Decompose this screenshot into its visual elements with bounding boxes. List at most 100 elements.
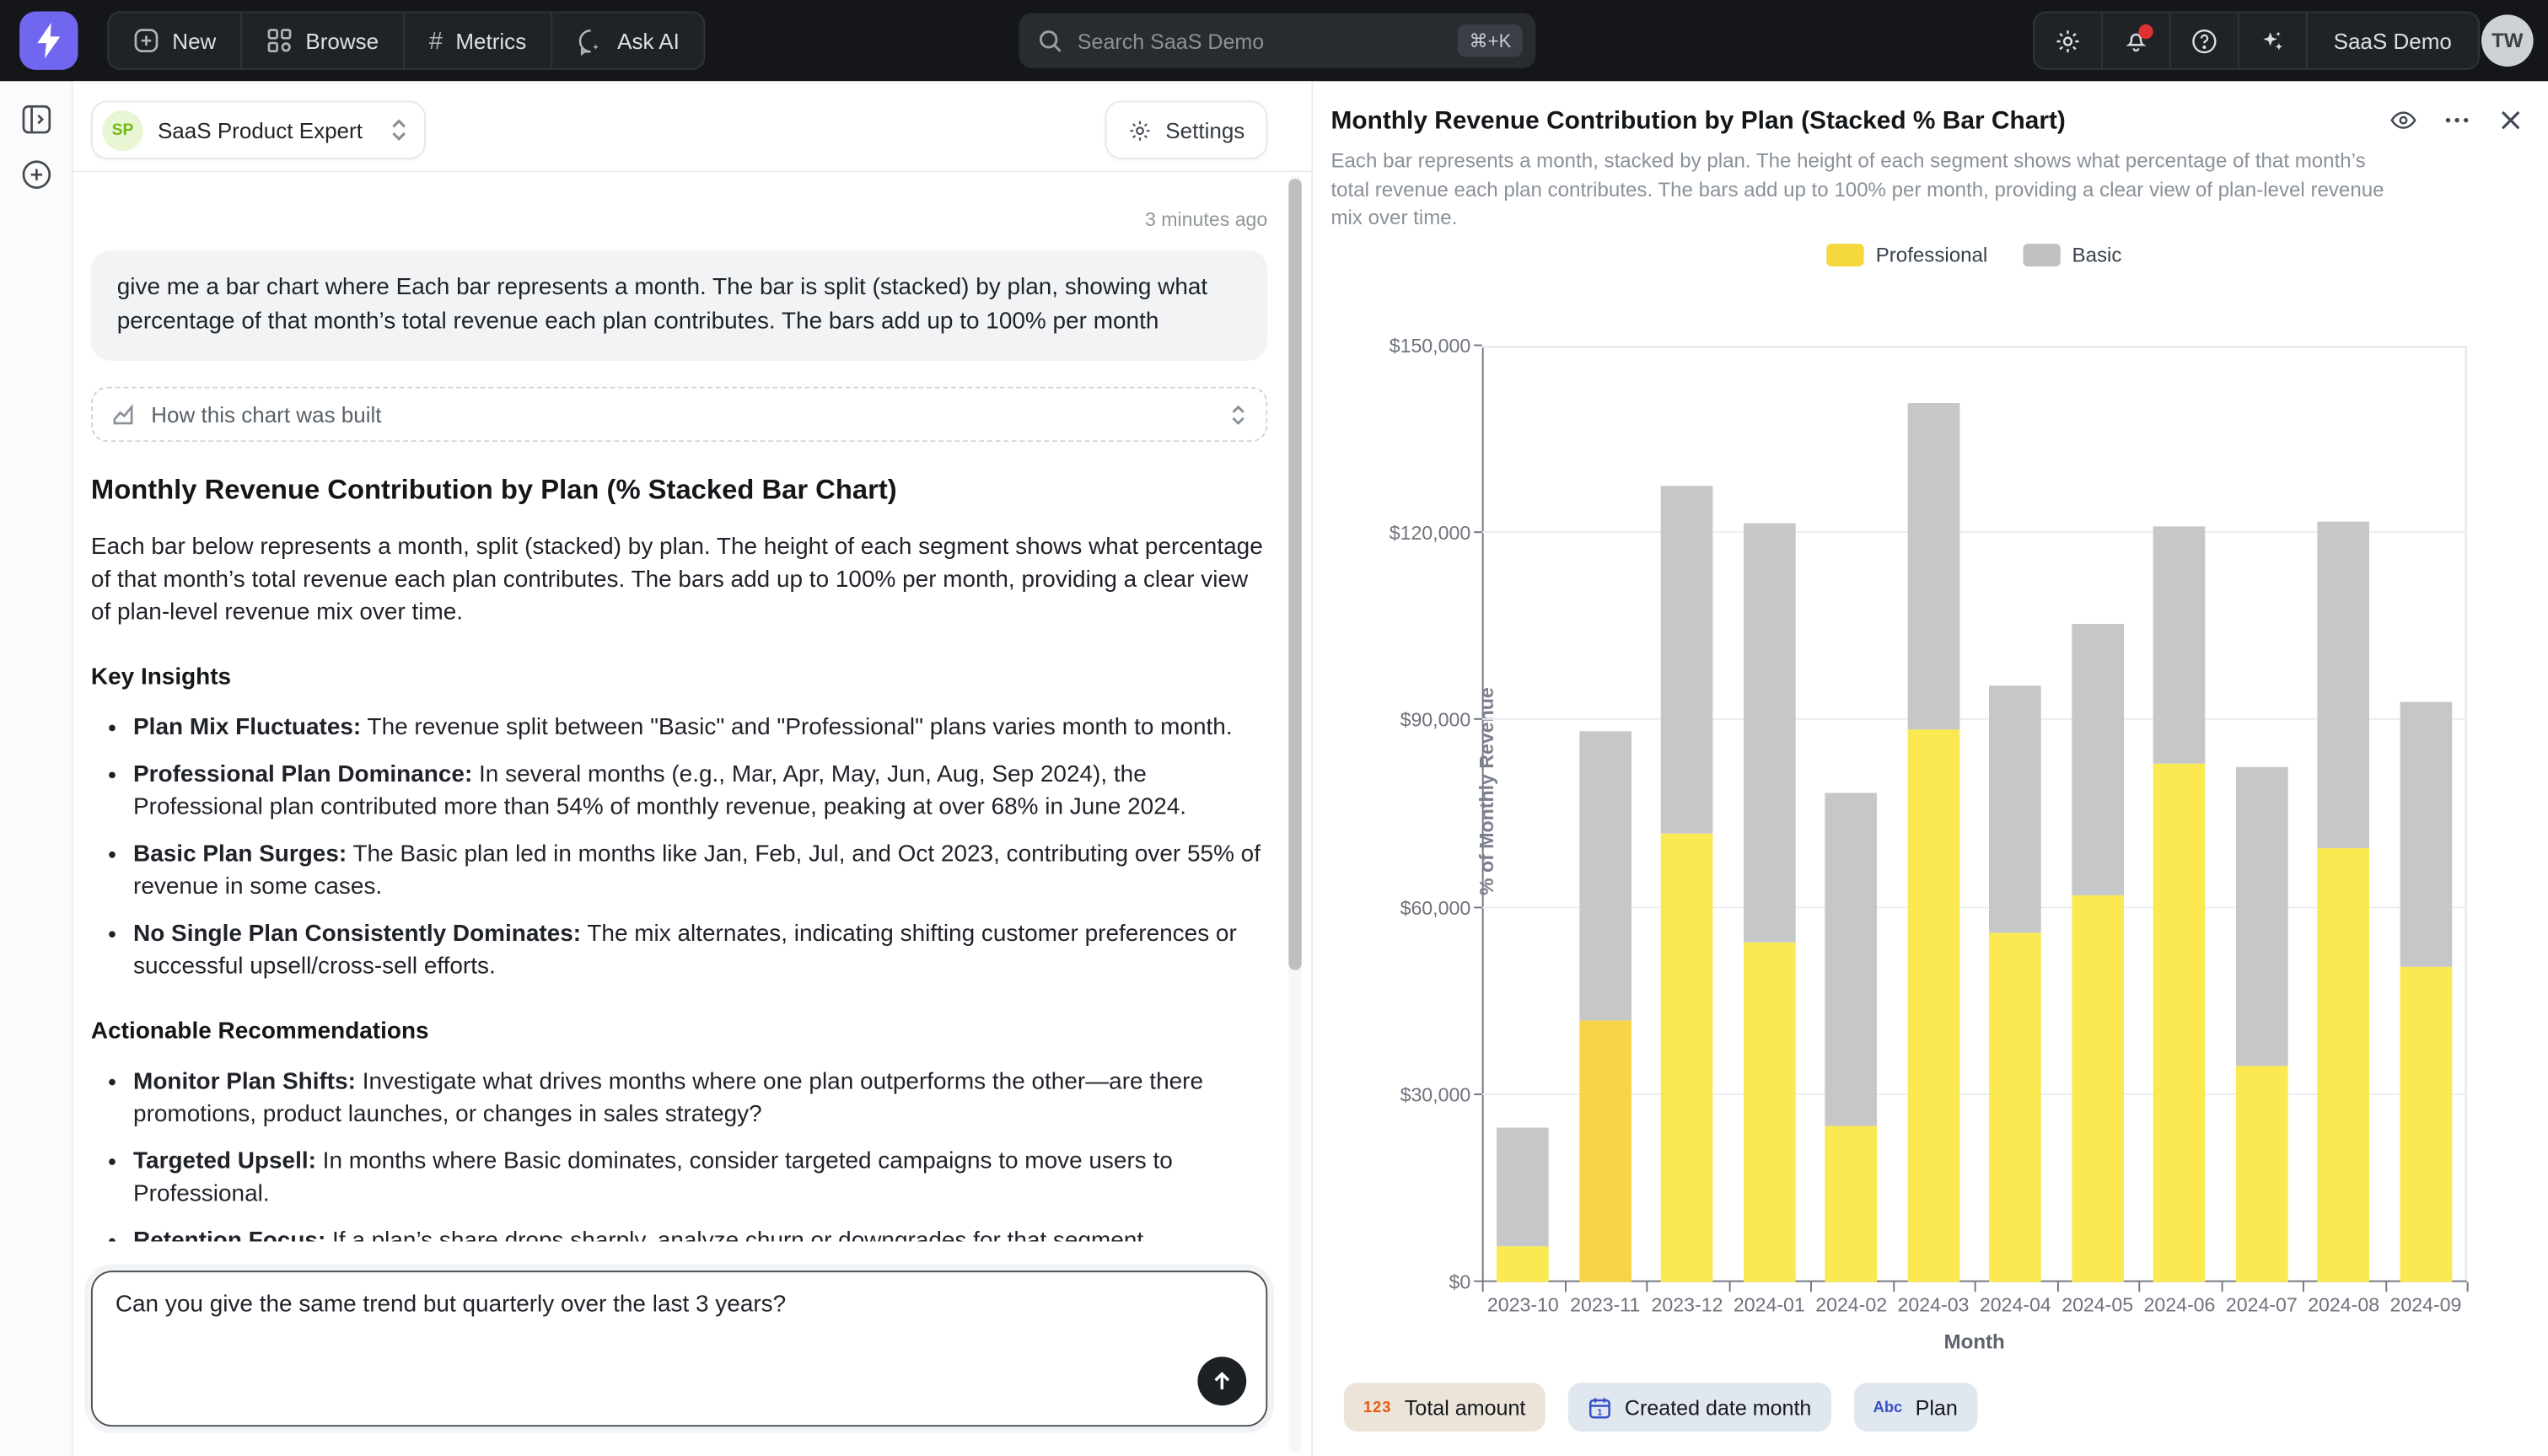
x-tick bbox=[1564, 1282, 1566, 1292]
send-button[interactable] bbox=[1197, 1357, 1246, 1405]
message-timestamp: 3 minutes ago bbox=[91, 208, 1267, 231]
ai-sparkles-button[interactable] bbox=[2239, 13, 2308, 68]
ask-ai-button[interactable]: Ask AI bbox=[552, 13, 704, 68]
insights-heading: Key Insights bbox=[91, 664, 1267, 690]
metrics-label: Metrics bbox=[455, 29, 526, 53]
search-icon bbox=[1039, 29, 1063, 53]
help-icon bbox=[2191, 27, 2218, 55]
bar-segment-professional[interactable] bbox=[1744, 942, 1796, 1281]
workspace-label: SaaS Demo bbox=[2334, 29, 2452, 53]
help-button[interactable] bbox=[2171, 13, 2239, 68]
y-tick-label: $120,000 bbox=[1325, 522, 1470, 545]
x-tick bbox=[1892, 1282, 1894, 1292]
x-tick bbox=[2221, 1282, 2223, 1292]
agent-selector[interactable]: SP SaaS Product Expert bbox=[91, 100, 426, 158]
bar-segment-basic[interactable] bbox=[1497, 1128, 1550, 1247]
legend-item-professional[interactable]: Professional bbox=[1827, 244, 1987, 266]
plus-square-icon bbox=[133, 28, 159, 54]
chart-icon bbox=[112, 402, 137, 427]
x-tick bbox=[2303, 1282, 2304, 1292]
new-thread-button[interactable] bbox=[21, 159, 52, 191]
x-tick bbox=[1646, 1282, 1648, 1292]
grid-icon bbox=[266, 28, 293, 54]
field-tag-label: Total amount bbox=[1405, 1395, 1525, 1420]
close-icon bbox=[2499, 109, 2522, 132]
field-tag-plan[interactable]: Abc Plan bbox=[1853, 1383, 1976, 1432]
scrollbar-thumb[interactable] bbox=[1288, 179, 1301, 970]
bar-segment-basic[interactable] bbox=[1989, 685, 2041, 932]
new-button[interactable]: New bbox=[109, 13, 242, 68]
panel-toggle-icon bbox=[21, 104, 52, 135]
field-tag-created-date-month[interactable]: 1 Created date month bbox=[1567, 1383, 1830, 1432]
how-chart-built-toggle[interactable]: How this chart was built bbox=[91, 387, 1267, 443]
bar-column bbox=[1892, 347, 1974, 1282]
list-item: Plan Mix Fluctuates: The revenue split b… bbox=[133, 712, 1267, 744]
chat-star-icon bbox=[577, 27, 605, 55]
chart-panel-actions bbox=[2389, 105, 2525, 135]
text-field-icon: Abc bbox=[1873, 1398, 1903, 1416]
more-options-button[interactable] bbox=[2443, 105, 2472, 135]
lightdash-logo[interactable] bbox=[19, 11, 78, 69]
bar-segment-basic[interactable] bbox=[2153, 527, 2206, 764]
bar-segment-basic[interactable] bbox=[2072, 623, 2124, 895]
assistant-response: Monthly Revenue Contribution by Plan (% … bbox=[91, 475, 1267, 1242]
metrics-button[interactable]: # Metrics bbox=[405, 13, 552, 68]
bar-column bbox=[1482, 347, 1564, 1282]
y-tick-label: $60,000 bbox=[1325, 896, 1470, 919]
bar-segment-professional[interactable] bbox=[1825, 1126, 1878, 1282]
bar-segment-professional[interactable] bbox=[2072, 895, 2124, 1282]
user-avatar[interactable]: TW bbox=[2481, 14, 2534, 67]
bar-segment-basic[interactable] bbox=[1661, 486, 1713, 832]
settings-icon-button[interactable] bbox=[2035, 13, 2103, 68]
bar-segment-basic[interactable] bbox=[2318, 521, 2370, 849]
ask-ai-label: Ask AI bbox=[617, 29, 680, 53]
bar-segment-basic[interactable] bbox=[2235, 766, 2287, 1066]
bar-segment-professional[interactable] bbox=[1661, 833, 1713, 1282]
chat-scrollbar[interactable] bbox=[1288, 175, 1301, 1453]
bar-segment-professional[interactable] bbox=[1907, 730, 1959, 1282]
workspace-button[interactable]: SaaS Demo bbox=[2308, 13, 2478, 68]
notifications-button[interactable] bbox=[2103, 13, 2171, 68]
field-tag-total-amount[interactable]: 123 Total amount bbox=[1344, 1383, 1545, 1432]
legend-swatch bbox=[2024, 244, 2061, 266]
bar-segment-professional[interactable] bbox=[2153, 764, 2206, 1281]
bar-segment-professional[interactable] bbox=[2318, 848, 2370, 1281]
bar-segment-professional[interactable] bbox=[1579, 1020, 1631, 1282]
bar-segment-basic[interactable] bbox=[1825, 792, 1878, 1126]
chat-scroll-area[interactable]: 3 minutes ago give me a bar chart where … bbox=[91, 174, 1267, 1241]
x-tick bbox=[1482, 1282, 1484, 1292]
bar-segment-professional[interactable] bbox=[2400, 966, 2452, 1281]
bar-segment-basic[interactable] bbox=[1907, 402, 1959, 730]
y-tick-label: $150,000 bbox=[1325, 335, 1470, 357]
bar-segment-professional[interactable] bbox=[1989, 932, 2041, 1281]
field-tag-label: Plan bbox=[1916, 1395, 1958, 1420]
how-chart-built-label: How this chart was built bbox=[151, 402, 381, 427]
bar-segment-professional[interactable] bbox=[1497, 1246, 1550, 1281]
gear-icon bbox=[2054, 27, 2082, 55]
recommendations-heading: Actionable Recommendations bbox=[91, 1018, 1267, 1045]
agent-settings-button[interactable]: Settings bbox=[1105, 100, 1267, 158]
plus-circle-icon bbox=[21, 159, 52, 191]
field-tag-label: Created date month bbox=[1625, 1395, 1811, 1420]
browse-button[interactable]: Browse bbox=[242, 13, 405, 68]
search-input[interactable] bbox=[1078, 29, 1458, 53]
x-tick bbox=[2467, 1282, 2469, 1292]
bar-segment-basic[interactable] bbox=[1744, 524, 1796, 942]
eye-icon bbox=[2389, 105, 2418, 135]
toggle-sidebar-button[interactable] bbox=[21, 104, 52, 135]
agent-avatar: SP bbox=[102, 110, 142, 150]
chart-panel: Monthly Revenue Contribution by Plan (St… bbox=[1311, 81, 2548, 1455]
y-tick bbox=[1474, 532, 1482, 534]
message-input[interactable]: Can you give the same trend but quarterl… bbox=[93, 1272, 1266, 1373]
bar-segment-basic[interactable] bbox=[2400, 701, 2452, 966]
chart-panel-description: Each bar represents a month, stacked by … bbox=[1330, 148, 2403, 233]
close-panel-button[interactable] bbox=[2496, 105, 2525, 135]
bar-segment-professional[interactable] bbox=[2235, 1066, 2287, 1282]
legend-item-basic[interactable]: Basic bbox=[2024, 244, 2122, 266]
hash-icon: # bbox=[429, 27, 443, 55]
bar-segment-basic[interactable] bbox=[1579, 731, 1631, 1020]
legend-swatch bbox=[1827, 244, 1864, 266]
global-search[interactable]: ⌘+K bbox=[1019, 13, 1535, 68]
preview-eye-button[interactable] bbox=[2389, 105, 2418, 135]
search-shortcut-badge: ⌘+K bbox=[1458, 24, 1523, 57]
